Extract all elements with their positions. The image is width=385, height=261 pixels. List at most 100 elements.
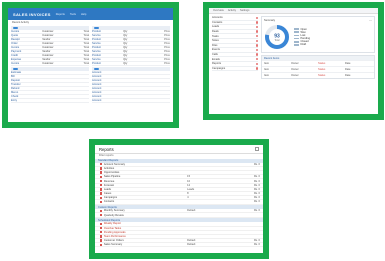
report-amount: Rs. 0: [253, 200, 260, 204]
report-detail: Default: [187, 209, 196, 213]
table-row[interactable]: Entry: [11, 99, 89, 103]
report-icon: [100, 222, 103, 226]
reports-list-screenshot: Reports Filter reports Standard Reports A…: [89, 139, 269, 259]
report-name[interactable]: Overdue Tasks: [104, 227, 187, 230]
add-button[interactable]: [13, 26, 18, 30]
table-cell: Total: [83, 30, 89, 33]
table-cell: Vendor: [42, 50, 51, 53]
expand-icon[interactable]: [255, 147, 259, 151]
report-name[interactable]: Revenue: [104, 180, 187, 183]
header-link[interactable]: Help: [81, 13, 86, 16]
table-cell: Total: [83, 58, 89, 61]
report-name[interactable]: Weekly Report: [104, 222, 187, 225]
report-amount: Rs. 0: [253, 209, 260, 213]
table-cell: Qty: [123, 58, 128, 61]
status-dot: [255, 57, 258, 61]
legend-label: Draft: [300, 43, 307, 47]
table-cell: Price: [164, 50, 170, 53]
report-name[interactable]: Activities: [104, 167, 187, 170]
report-name[interactable]: Monthly Summary: [104, 209, 187, 212]
table-cell: Total: [83, 50, 89, 53]
report-name[interactable]: Quarterly Review: [104, 214, 187, 217]
report-icon: [100, 226, 103, 230]
table-cell: Entry: [11, 99, 18, 102]
more-icon[interactable]: ⋯: [369, 19, 372, 22]
table-row[interactable]: Account: [92, 99, 170, 103]
analytics-dashboard-screenshot: Overview Activity Settings Accounts Conta…: [203, 2, 384, 120]
report-amount: Rs. 0: [253, 239, 260, 243]
report-detail: 4: [187, 196, 189, 200]
report-amount: Rs. 0: [253, 196, 260, 200]
table-cell: Bill: [11, 75, 15, 78]
nav-link[interactable]: Settings: [240, 9, 249, 12]
add-button[interactable]: [94, 26, 99, 30]
table-cell: Product: [92, 54, 101, 57]
table-cell: Account: [92, 95, 102, 98]
report-detail: Default: [187, 239, 196, 243]
report-row[interactable]: Quarterly Review: [95, 213, 263, 218]
report-name[interactable]: Sales Summary: [104, 243, 187, 246]
list-item-label: Tasks: [212, 34, 219, 38]
list-item-label: Files: [212, 43, 218, 47]
report-name[interactable]: Leads: [104, 188, 187, 191]
table-cell: Qty: [123, 46, 128, 49]
status-dot: [255, 30, 258, 33]
report-icon: [100, 175, 103, 179]
header-link[interactable]: Reports: [56, 13, 65, 16]
status-dot: [255, 39, 258, 42]
report-detail: Default: [187, 243, 196, 247]
nav-link[interactable]: Activity: [228, 9, 236, 12]
add-button[interactable]: [94, 67, 99, 71]
report-row[interactable]: Sales Summary Default Rs. 0: [95, 243, 263, 248]
report-name[interactable]: Cases: [104, 192, 187, 195]
report-name[interactable]: Forecast: [104, 184, 187, 187]
table-cell: Memo: [11, 91, 19, 94]
table-cell: Invoice: [11, 62, 20, 65]
table-cell: Invoice: [11, 46, 20, 49]
table-cell: Customer: [42, 62, 54, 65]
report-name[interactable]: Contacts: [104, 200, 187, 203]
add-button[interactable]: [13, 67, 18, 71]
table-cell: Service: [92, 42, 101, 45]
filter-field[interactable]: Filter reports: [95, 154, 263, 158]
donut-label: Total: [274, 39, 280, 42]
status-dot: [255, 67, 258, 70]
donut-legend: Open Won Lost Pending Closed Draft: [294, 27, 310, 46]
report-amount: Rs. 0: [253, 243, 260, 247]
invoices-dashboard-screenshot: SALES INVOICES Reports Tools Help Recent…: [2, 2, 179, 128]
report-icon: [100, 239, 103, 242]
legend-swatch: [294, 37, 299, 40]
table-row[interactable]: Invoice Customer Total: [11, 62, 89, 66]
table-row[interactable]: Product Qty Price: [92, 62, 170, 66]
report-name[interactable]: Campaigns: [104, 196, 187, 199]
report-icon: [100, 179, 103, 183]
report-row[interactable]: Contacts Rs. 0: [95, 200, 263, 205]
table-cell: Estimate: [11, 71, 22, 74]
report-detail: 8: [187, 192, 189, 196]
report-name[interactable]: Sales Pipeline: [104, 175, 187, 178]
report-name[interactable]: Team Performance: [104, 235, 187, 238]
table-cell: Deposit: [11, 79, 20, 82]
list-item-label: Campaigns: [212, 66, 226, 70]
report-name[interactable]: Account Summary: [104, 163, 187, 166]
report-detail: 12: [187, 183, 191, 187]
report-name[interactable]: Pending Approvals: [104, 231, 187, 234]
report-name[interactable]: Opportunities: [104, 171, 187, 174]
table-cell: Price: [164, 46, 170, 49]
table-row[interactable]: Item Owner Status Date: [262, 72, 374, 78]
legend-swatch: [294, 31, 299, 34]
report-name[interactable]: Customer Orders: [104, 239, 187, 242]
table-cell: Status: [318, 68, 326, 71]
header-link[interactable]: Tools: [70, 13, 76, 16]
report-icon: [100, 167, 103, 170]
list-item[interactable]: Campaigns: [212, 67, 258, 72]
nav-link[interactable]: Overview: [213, 9, 224, 12]
app-header: SALES INVOICES Reports Tools Help: [8, 8, 173, 20]
status-dot: [255, 16, 258, 19]
report-icon: [100, 200, 103, 204]
table-cell: Owner: [291, 74, 299, 77]
report-icon: [100, 243, 103, 247]
list-item-label: Calls: [212, 53, 218, 57]
report-icon: [100, 213, 103, 217]
table-cell: Account: [92, 91, 102, 94]
